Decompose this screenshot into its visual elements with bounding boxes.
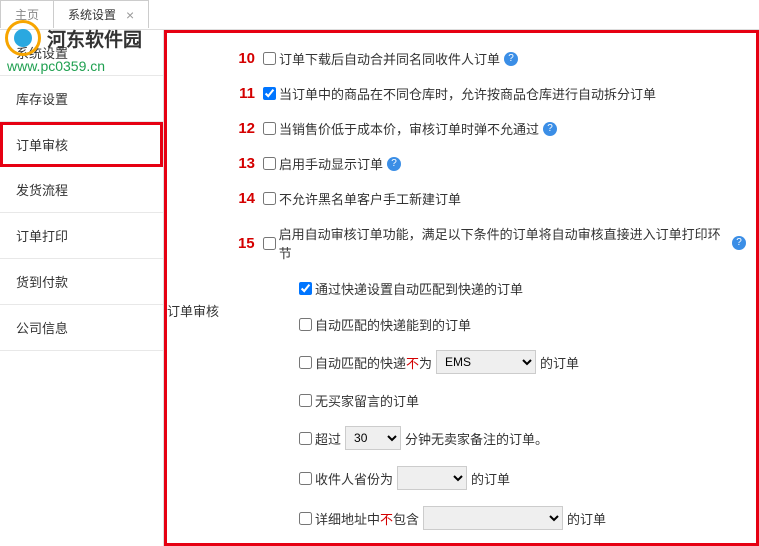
section-title: 订单审核 [167,41,227,543]
checkbox-10[interactable] [263,52,276,65]
select-province[interactable] [397,466,467,490]
option-row-15: 15 启用自动审核订单功能，满足以下条件的订单将自动审核直接进入订单打印环节 ? [227,216,746,270]
select-express[interactable]: EMS [436,350,536,374]
option-row-13: 13 启用手动显示订单 ? [227,146,746,181]
sub-option-5: 超过 30 分钟无卖家备注的订单。 [299,418,746,458]
sub-option-3: 自动匹配的快递不为 EMS 的订单 [299,342,746,382]
sub-option-6: 收件人省份为 的订单 [299,458,746,498]
sidebar-item-order-review[interactable]: 订单审核 [0,122,163,167]
sidebar-item-print[interactable]: 订单打印 [0,213,163,259]
checkbox-15[interactable] [263,237,276,250]
sidebar-item-company[interactable]: 公司信息 [0,305,163,351]
sidebar-item-cod[interactable]: 货到付款 [0,259,163,305]
help-icon[interactable]: ? [543,122,557,136]
tabs-bar: 主页 系统设置 × [0,0,759,30]
sub-option-7: 详细地址中不包含 的订单 [299,498,746,538]
content-panel: 订单审核 10 订单下载后自动合并同名同收件人订单 ? 11 当订单中的商品在不… [164,30,759,546]
checkbox-sub2[interactable] [299,318,312,331]
option-row-11: 11 当订单中的商品在不同仓库时，允许按商品仓库进行自动拆分订单 [227,76,746,111]
option-row-10: 10 订单下载后自动合并同名同收件人订单 ? [227,41,746,76]
help-icon[interactable]: ? [732,236,746,250]
help-icon[interactable]: ? [387,157,401,171]
sidebar-item-ship[interactable]: 发货流程 [0,167,163,213]
close-icon[interactable]: × [126,7,134,23]
sub-option-1: 通过快递设置自动匹配到快递的订单 [299,270,746,306]
checkbox-sub3[interactable] [299,356,312,369]
sidebar-item-system[interactable]: 系统设置 [0,30,163,76]
checkbox-14[interactable] [263,192,276,205]
checkbox-sub6[interactable] [299,472,312,485]
tab-settings[interactable]: 系统设置 × [53,0,149,28]
sidebar: 系统设置 库存设置 订单审核 发货流程 订单打印 货到付款 公司信息 [0,30,164,546]
sub-option-4: 无买家留言的订单 [299,382,746,418]
checkbox-11[interactable] [263,87,276,100]
sub-option-2: 自动匹配的快递能到的订单 [299,306,746,342]
checkbox-sub7[interactable] [299,512,312,525]
sidebar-item-stock[interactable]: 库存设置 [0,76,163,122]
option-row-12: 12 当销售价低于成本价，审核订单时弹不允通过 ? [227,111,746,146]
checkbox-12[interactable] [263,122,276,135]
tab-main[interactable]: 主页 [0,0,53,28]
option-row-14: 14 不允许黑名单客户手工新建订单 [227,181,746,216]
checkbox-sub1[interactable] [299,282,312,295]
help-icon[interactable]: ? [504,52,518,66]
checkbox-sub4[interactable] [299,394,312,407]
select-minutes[interactable]: 30 [345,426,401,450]
checkbox-sub5[interactable] [299,432,312,445]
select-address-contains[interactable] [423,506,563,530]
checkbox-13[interactable] [263,157,276,170]
